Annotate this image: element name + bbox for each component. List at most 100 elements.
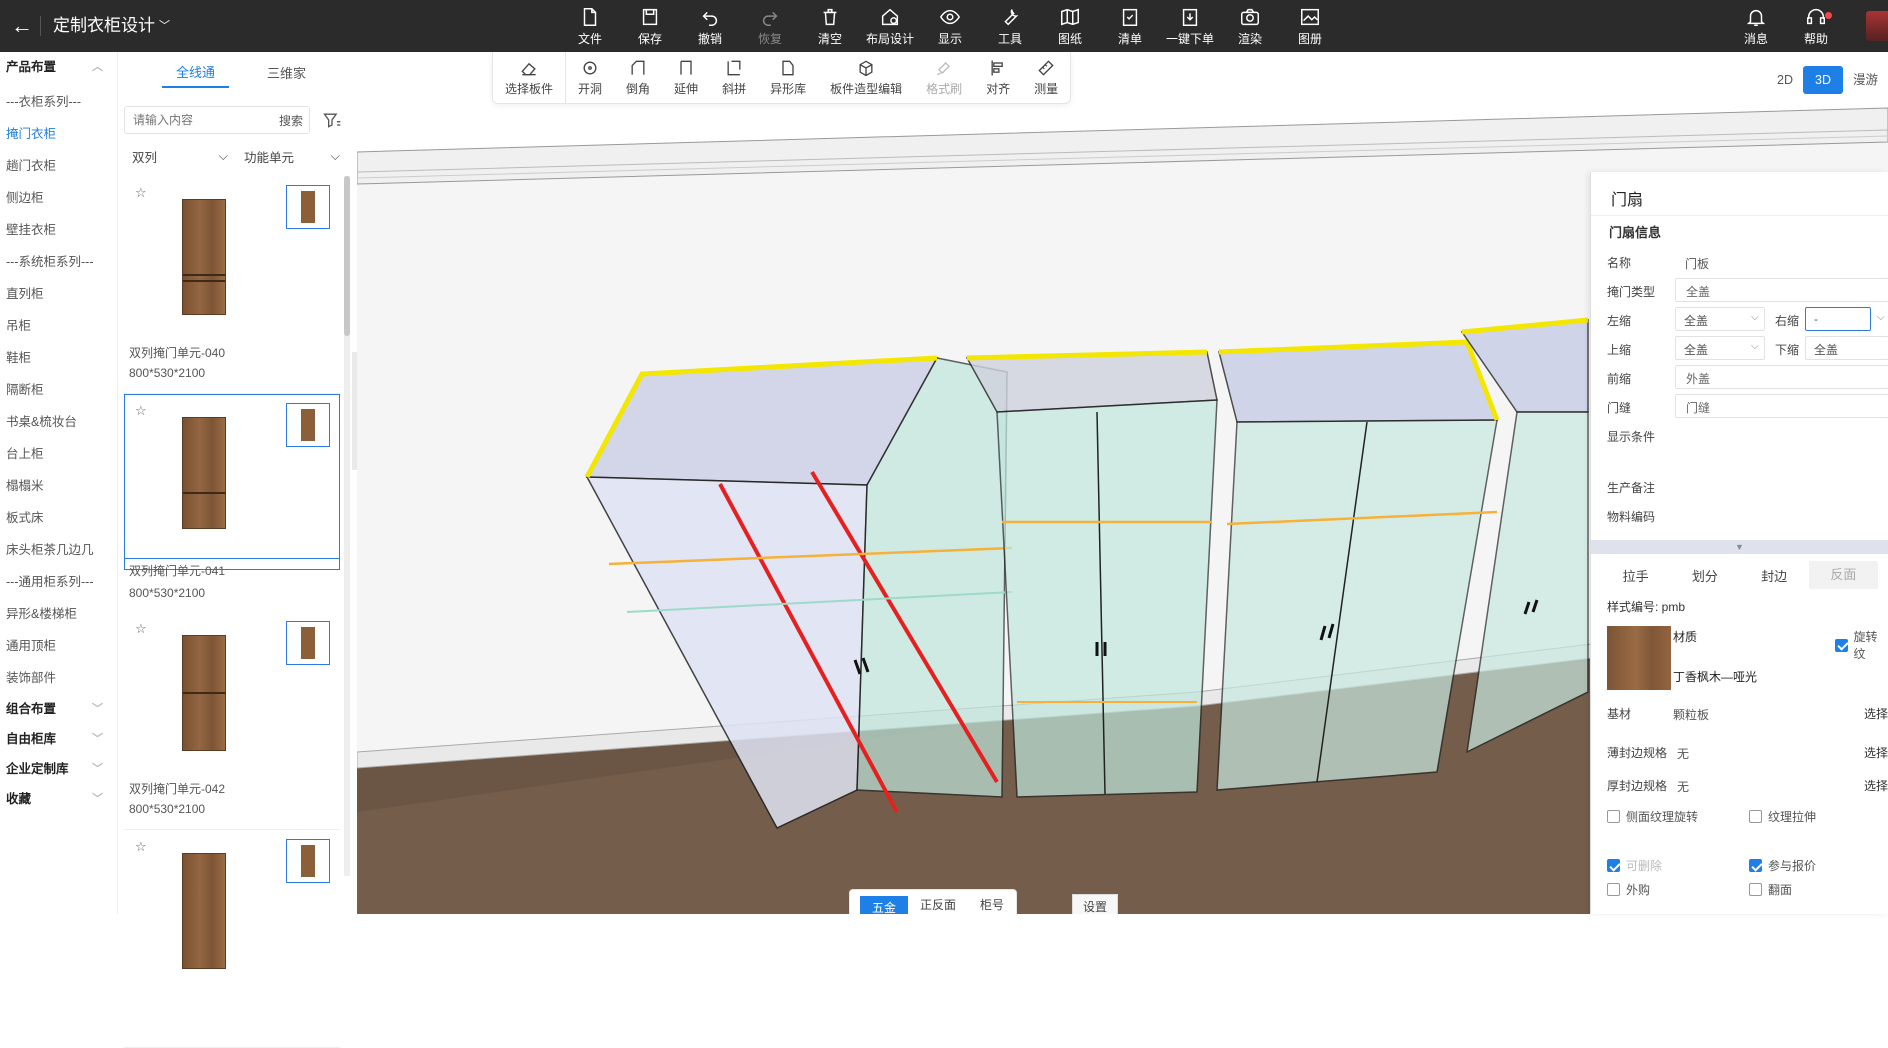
gap-select[interactable]: 门缝 [1675, 394, 1888, 418]
save-button[interactable]: 保存 [620, 0, 680, 52]
sidebar-item-hinged-wardrobe[interactable]: 掩门衣柜 [0, 118, 117, 150]
view-roam-button[interactable]: 漫游 [1843, 66, 1888, 94]
product-card[interactable]: ☆ 双列掩门单元-041 800*530*2100 [124, 394, 340, 600]
join-quote-checkbox[interactable]: 参与报价 [1749, 857, 1816, 874]
format-brush-button[interactable]: 格式刷 [914, 52, 974, 103]
tab-front-back[interactable]: 正反面 [908, 890, 968, 914]
material-swatch[interactable] [1607, 626, 1671, 690]
clear-button[interactable]: 清空 [800, 0, 860, 52]
filter-icon[interactable] [322, 110, 342, 130]
star-icon[interactable]: ☆ [135, 839, 147, 855]
front-inset-select[interactable]: 外盖 [1675, 365, 1888, 389]
camera-icon [1241, 8, 1259, 25]
star-icon[interactable]: ☆ [135, 403, 147, 419]
tab-division[interactable]: 划分 [1670, 566, 1739, 585]
choose-thin-edge-button[interactable]: 选择 [1864, 744, 1888, 761]
undo-button[interactable]: 撤销 [680, 0, 740, 52]
sidebar-item-free-cabinet-lib[interactable]: 自由柜库 ﹀ [0, 724, 117, 754]
sidebar-item-straight-cabinet[interactable]: 直列柜 [0, 278, 117, 310]
view-2d-button[interactable]: 2D [1767, 66, 1803, 94]
tab-sanweijia[interactable]: 三维家 [267, 63, 306, 88]
sidebar-item-sliding-wardrobe[interactable]: 趟门衣柜 [0, 150, 117, 182]
search-button[interactable]: 搜索 [273, 112, 309, 129]
chamfer-button[interactable]: 倒角 [614, 52, 662, 103]
texture-stretch-checkbox[interactable]: 纹理拉伸 [1749, 808, 1816, 825]
chamfer-label: 倒角 [626, 82, 651, 96]
sidebar-item-enterprise-lib[interactable]: 企业定制库 ﹀ [0, 754, 117, 784]
column-select[interactable]: 双列 ⌵ [124, 142, 236, 170]
shape-library-button[interactable]: 异形库 [758, 52, 818, 103]
star-icon[interactable]: ☆ [135, 185, 147, 201]
product-variant-thumb[interactable] [286, 839, 330, 883]
product-card[interactable]: ☆ 双列掩门单元-042 800*530*2100 [124, 612, 340, 830]
flip-checkbox[interactable]: 翻面 [1749, 881, 1792, 898]
tools-button[interactable]: 工具 [980, 0, 1040, 52]
sidebar-item-desk-dresser[interactable]: 书桌&梳妆台 [0, 406, 117, 438]
sidebar-item-general-top-cabinet[interactable]: 通用顶柜 [0, 630, 117, 662]
render-button[interactable]: 渲染 [1220, 0, 1280, 52]
sidebar-item-side-cabinet[interactable]: 侧边柜 [0, 182, 117, 214]
help-button[interactable]: 帮助 [1786, 6, 1846, 47]
avatar[interactable] [1866, 11, 1888, 41]
sidebar-item-nightstand[interactable]: 床头柜茶几边几 [0, 534, 117, 566]
sidebar-item-countertop-cabinet[interactable]: 台上柜 [0, 438, 117, 470]
door-type-select[interactable]: 全盖 [1675, 278, 1888, 302]
layout-design-button[interactable]: 布局设计 [860, 0, 920, 52]
sidebar-item-shoe-cabinet[interactable]: 鞋柜 [0, 342, 117, 374]
extend-button[interactable]: 延伸 [662, 52, 710, 103]
right-inset-input[interactable]: - [1805, 307, 1871, 331]
select-panel-button[interactable]: 选择板件 [493, 52, 565, 103]
display-button[interactable]: 显示 [920, 0, 980, 52]
product-card[interactable]: ☆ 双列掩门单元-040 800*530*2100 [124, 176, 340, 394]
messages-button[interactable]: 消息 [1726, 6, 1786, 47]
settings-button[interactable]: 设置 [1072, 894, 1119, 914]
drawings-button[interactable]: 图纸 [1040, 0, 1100, 52]
rotate-texture-checkbox[interactable]: 旋转纹 [1835, 628, 1888, 662]
sidebar-item-product-layout[interactable]: 产品布置 ︿ [0, 52, 117, 86]
one-click-order-button[interactable]: 一键下单 [1160, 0, 1220, 52]
sidebar-item-combo-layout[interactable]: 组合布置 ﹀ [0, 694, 117, 724]
side-texture-rotate-checkbox[interactable]: 侧面纹理旋转 [1607, 808, 1698, 825]
choose-thick-edge-button[interactable]: 选择 [1864, 777, 1888, 794]
sidebar-item-tatami[interactable]: 榻榻米 [0, 470, 117, 502]
product-variant-thumb[interactable] [286, 185, 330, 229]
diagonal-join-button[interactable]: 斜拼 [710, 52, 758, 103]
view-3d-button[interactable]: 3D [1803, 66, 1843, 94]
product-variant-thumb[interactable] [286, 403, 330, 447]
join-quote-label: 参与报价 [1768, 859, 1817, 873]
tab-hardware[interactable]: 五金 [860, 896, 909, 914]
list-button[interactable]: 清单 [1100, 0, 1160, 52]
sidebar-item-special-stair-cabinet[interactable]: 异形&楼梯柜 [0, 598, 117, 630]
star-icon[interactable]: ☆ [135, 621, 147, 637]
measure-button[interactable]: 测量 [1022, 52, 1070, 103]
sidebar-item-partition-cabinet[interactable]: 隔断柜 [0, 374, 117, 406]
file-button[interactable]: 文件 [560, 0, 620, 52]
sidebar-item-hanging-cabinet[interactable]: 吊柜 [0, 310, 117, 342]
product-scrollbar[interactable] [344, 176, 350, 876]
product-card[interactable]: ☆ [124, 830, 340, 1048]
sidebar-item-wall-wardrobe[interactable]: 壁挂衣柜 [0, 214, 117, 246]
sidebar-item-favorites[interactable]: 收藏 ﹀ [0, 784, 117, 814]
panel-shape-edit-button[interactable]: 板件造型编辑 [818, 52, 914, 103]
tab-edge-banding[interactable]: 封边 [1740, 566, 1809, 585]
album-button[interactable]: 图册 [1280, 0, 1340, 52]
sidebar-item-decor-parts[interactable]: 装饰部件 [0, 662, 117, 694]
tab-cabinet-number[interactable]: 柜号 [968, 890, 1016, 914]
outsource-checkbox[interactable]: 外购 [1607, 881, 1650, 898]
section-collapse-bar[interactable]: ▼ [1591, 540, 1888, 554]
tab-quanxiantong[interactable]: 全线通 [161, 62, 229, 88]
hole-button[interactable]: 开洞 [566, 52, 614, 103]
app-title[interactable]: 定制衣柜设计 ﹀ [40, 16, 170, 36]
bottom-inset-select[interactable]: 全盖 [1805, 336, 1888, 360]
tab-reverse[interactable]: 反面 [1808, 561, 1878, 589]
align-button[interactable]: 对齐 [974, 52, 1022, 103]
search-input[interactable] [125, 108, 273, 132]
choose-base-button[interactable]: 选择 [1864, 705, 1888, 722]
tab-handle[interactable]: 拉手 [1601, 566, 1670, 585]
product-variant-thumb[interactable] [286, 621, 330, 665]
deletable-checkbox[interactable]: 可删除 [1607, 857, 1662, 874]
unit-select[interactable]: 功能单元 ⌵ [236, 142, 348, 170]
redo-button[interactable]: 恢复 [740, 0, 800, 52]
arrow-left-icon[interactable]: ← [4, 13, 40, 39]
sidebar-item-panel-bed[interactable]: 板式床 [0, 502, 117, 534]
